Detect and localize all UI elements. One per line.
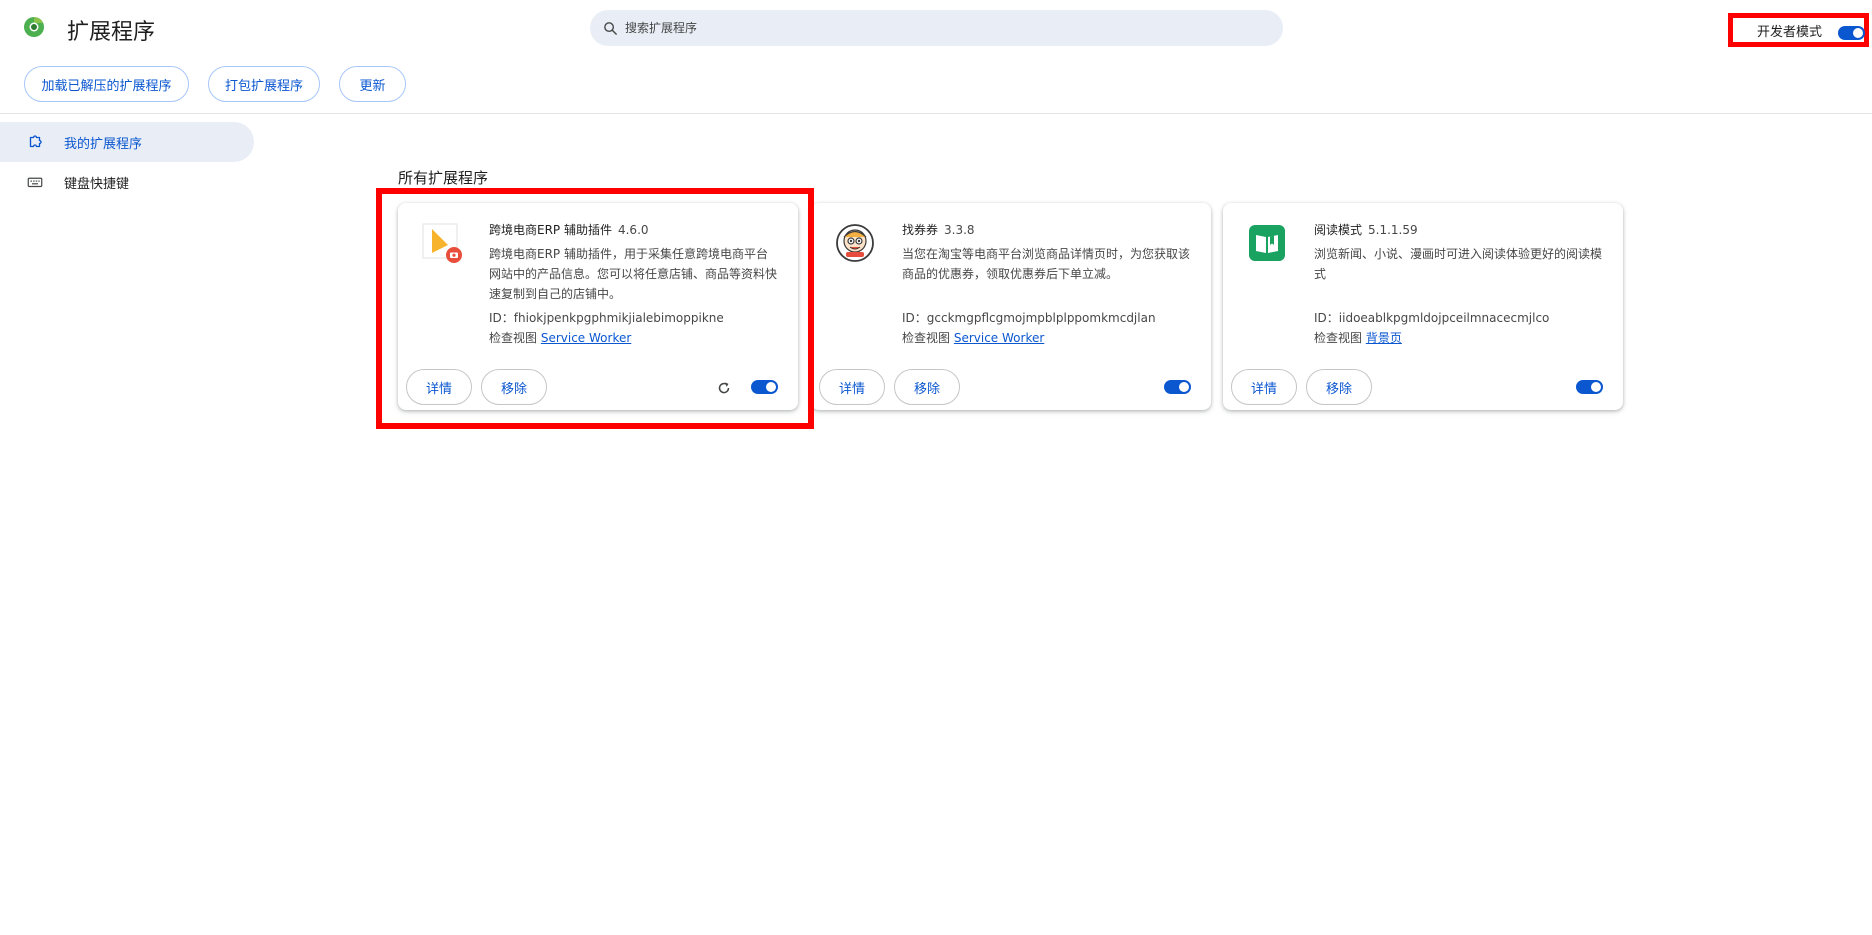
background-page-link[interactable]: 背景页	[1366, 331, 1402, 345]
details-button[interactable]: 详情	[1231, 369, 1297, 405]
reload-icon[interactable]	[715, 379, 733, 397]
extension-id: ID：fhiokjpenkpgphmikjialebimoppikne	[489, 311, 724, 325]
extension-header: 找券券 3.3.8	[902, 221, 975, 238]
remove-button[interactable]: 移除	[1306, 369, 1372, 405]
extension-version: 4.6.0	[617, 223, 649, 237]
extension-description: 当您在淘宝等电商平台浏览商品详情页时，为您获取该商品的优惠券，领取优惠券后下单立…	[902, 247, 1191, 281]
extension-name: 跨境电商ERP 辅助插件	[489, 223, 612, 237]
update-button[interactable]: 更新	[339, 66, 406, 102]
extension-name: 找券券	[902, 223, 939, 237]
extension-version: 3.3.8	[944, 223, 975, 237]
pack-extension-button[interactable]: 打包扩展程序	[208, 66, 320, 102]
inspect-views: 检查视图 Service Worker	[902, 329, 1044, 346]
inspect-views-label: 检查视图	[489, 331, 538, 345]
extension-header: 跨境电商ERP 辅助插件 4.6.0	[489, 221, 649, 238]
sidebar-item-keyboard-shortcuts[interactable]: 键盘快捷键	[0, 162, 254, 202]
service-worker-link[interactable]: Service Worker	[541, 331, 631, 345]
search-bar[interactable]	[590, 10, 1283, 46]
keyboard-icon	[27, 177, 43, 188]
load-unpacked-button[interactable]: 加载已解压的扩展程序	[24, 66, 189, 102]
extension-description: 跨境电商ERP 辅助插件，用于采集任意跨境电商平台网站中的产品信息。您可以将任意…	[489, 247, 778, 301]
coupon-mascot-icon	[835, 223, 875, 263]
extension-enable-toggle[interactable]	[1576, 380, 1603, 394]
extension-card-reader: 阅读模式 5.1.1.59 浏览新闻、小说、漫画时可进入阅读体验更好的阅读模式 I…	[1223, 203, 1623, 410]
developer-mode-control[interactable]: 开发者模式	[1728, 13, 1869, 47]
extension-card-erp: 跨境电商ERP 辅助插件 4.6.0 跨境电商ERP 辅助插件，用于采集任意跨境电…	[398, 203, 798, 410]
puzzle-icon	[29, 135, 42, 148]
sidebar-item-my-extensions[interactable]: 我的扩展程序	[0, 122, 254, 162]
extension-enable-toggle[interactable]	[1164, 380, 1191, 394]
details-button[interactable]: 详情	[406, 369, 472, 405]
inspect-views: 检查视图 Service Worker	[489, 329, 631, 346]
service-worker-link[interactable]: Service Worker	[954, 331, 1044, 345]
remove-button[interactable]: 移除	[481, 369, 547, 405]
chrome-extensions-logo-icon	[22, 15, 46, 39]
page-title: 扩展程序	[67, 20, 156, 45]
search-icon	[604, 21, 617, 35]
extension-enable-toggle[interactable]	[751, 380, 778, 394]
inspect-views: 检查视图 背景页	[1314, 329, 1402, 346]
sidebar-item-label: 我的扩展程序	[64, 136, 143, 152]
extension-description: 浏览新闻、小说、漫画时可进入阅读体验更好的阅读模式	[1314, 247, 1603, 281]
search-input[interactable]	[625, 21, 1225, 35]
developer-mode-toggle[interactable]	[1838, 26, 1865, 40]
section-title: 所有扩展程序	[398, 169, 489, 187]
inspect-views-label: 检查视图	[902, 331, 951, 345]
inspect-views-label: 检查视图	[1314, 331, 1363, 345]
book-icon	[1247, 223, 1287, 263]
remove-button[interactable]: 移除	[894, 369, 960, 405]
extension-header: 阅读模式 5.1.1.59	[1314, 221, 1418, 238]
erp-plugin-icon	[422, 223, 462, 263]
details-button[interactable]: 详情	[819, 369, 885, 405]
extension-id: ID：gcckmgpflcgmojmpblplppomkmcdjlan	[902, 311, 1156, 325]
extension-card-coupon: 找券券 3.3.8 当您在淘宝等电商平台浏览商品详情页时，为您获取该商品的优惠券，…	[811, 203, 1211, 410]
extension-id: ID：iidoeablkpgmldojpceilmnacecmjlco	[1314, 311, 1550, 325]
developer-mode-label: 开发者模式	[1757, 24, 1823, 40]
sidebar-item-label: 键盘快捷键	[64, 176, 130, 192]
toolbar-divider	[0, 113, 1872, 114]
extension-version: 5.1.1.59	[1368, 223, 1418, 237]
extension-name: 阅读模式	[1314, 223, 1363, 237]
